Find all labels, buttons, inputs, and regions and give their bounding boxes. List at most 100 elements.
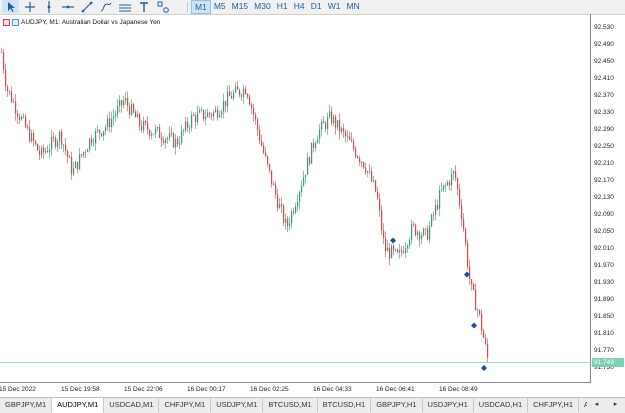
candle-body: [383, 230, 385, 239]
timeframe-d1[interactable]: D1: [308, 0, 325, 14]
candle-body: [353, 141, 355, 149]
candle-body: [29, 127, 31, 142]
candle-body: [241, 95, 243, 97]
candle-body: [261, 140, 263, 146]
candle-body: [255, 114, 257, 120]
chart-menu-icon[interactable]: [3, 18, 10, 26]
timeframe-h4[interactable]: H4: [291, 0, 308, 14]
price-label: 91.770: [594, 347, 614, 354]
text-tool-icon[interactable]: [135, 0, 152, 13]
candle-body: [159, 127, 161, 138]
candle-body: [319, 129, 321, 140]
trade-marker-icon[interactable]: [390, 237, 396, 244]
tab-scroll-left-icon[interactable]: ◂: [587, 398, 606, 412]
candle-body: [203, 109, 205, 119]
candle-body: [415, 224, 417, 236]
candle-body: [139, 114, 141, 126]
trade-marker-icon[interactable]: [471, 322, 477, 329]
candle-body: [401, 250, 403, 252]
candle-body: [477, 310, 479, 311]
candle-body: [369, 171, 371, 173]
shapes-icon[interactable]: [154, 0, 171, 13]
candle-body: [299, 192, 301, 202]
candle-body: [59, 131, 61, 142]
chart-tab-gbpjpy-h1[interactable]: GBPJPY,H1: [371, 398, 423, 412]
chart-tab-usdjpy-m1[interactable]: USDJPY,M1: [211, 398, 264, 412]
candle-body: [71, 157, 73, 175]
chart-tab-usdcad-m1[interactable]: USDCAD,M1: [104, 398, 160, 412]
candle-body: [335, 116, 337, 128]
chart-tab-btcusd-h1[interactable]: BTCUSD,H1: [318, 398, 372, 412]
chart-tab-usdjpy-h1[interactable]: USDJPY,H1: [423, 398, 474, 412]
candle-body: [51, 136, 53, 150]
chart-tab-btcusd-m1[interactable]: BTCUSD,M1: [263, 398, 318, 412]
channel-icon[interactable]: [116, 0, 133, 13]
candle-body: [101, 133, 103, 136]
trade-marker-icon[interactable]: [481, 365, 487, 371]
chart-tab-audjpy-m1[interactable]: AUDJPY,M1: [52, 398, 105, 413]
candle-body: [463, 219, 465, 230]
chart-tab-gbpjpy-m1[interactable]: GBPJPY,M1: [0, 398, 53, 412]
candle-body: [443, 185, 445, 190]
crosshair-icon[interactable]: [21, 0, 38, 13]
candle-body: [423, 228, 425, 236]
candle-body: [473, 284, 475, 290]
candle-body: [147, 122, 149, 130]
candle-body: [341, 127, 343, 132]
chart-tab-usdcad-h1[interactable]: USDCAD,H1: [474, 398, 529, 412]
candle-body: [9, 90, 11, 92]
candle-body: [399, 250, 401, 253]
chart-tab-chfjpy-m1[interactable]: CHFJPY,M1: [159, 398, 212, 412]
candle-body: [425, 228, 427, 230]
candle-body: [191, 115, 193, 128]
candle-body: [181, 130, 183, 144]
time-label: 16 Dec 00:17: [187, 386, 226, 393]
chart-tab-chfjpy-h1[interactable]: CHFJPY,H1: [528, 398, 580, 412]
candle-body: [479, 310, 481, 314]
vertical-line-icon[interactable]: [40, 0, 57, 13]
chart-settings-icon[interactable]: [12, 18, 19, 26]
cursor-icon[interactable]: [2, 0, 19, 13]
candle-body: [271, 170, 273, 185]
timeframe-h1[interactable]: H1: [274, 0, 291, 14]
candle-body: [421, 235, 423, 240]
candle-body: [259, 130, 261, 141]
chart-tabs: GBPJPY,M1 AUDJPY,M1 USDCAD,M1 CHFJPY,M1 USDJ…: [0, 397, 625, 413]
candle-body: [137, 114, 139, 118]
candle-body: [129, 105, 131, 115]
candle-body: [485, 337, 487, 344]
candle-body: [15, 101, 17, 114]
candle-body: [149, 129, 151, 136]
candle-body: [331, 111, 333, 124]
candle-body: [381, 210, 383, 231]
candle-body: [455, 171, 457, 179]
timeframe-m15[interactable]: M15: [229, 0, 252, 14]
price-label: 92.250: [594, 143, 614, 150]
tab-scroll-right-icon[interactable]: ▸: [606, 398, 625, 412]
candlestick-chart[interactable]: [0, 14, 625, 397]
candle-body: [5, 70, 7, 87]
candle-body: [17, 113, 19, 117]
horizontal-line-icon[interactable]: [59, 0, 76, 13]
candle-body: [395, 249, 397, 251]
trendline-icon[interactable]: [78, 0, 95, 13]
timeframe-w1[interactable]: W1: [325, 0, 344, 14]
candle-body: [103, 131, 105, 136]
candle-body: [115, 114, 117, 117]
timeframe-m30[interactable]: M30: [251, 0, 274, 14]
current-price-badge: 91.743: [592, 357, 624, 367]
timeframe-mn[interactable]: MN: [343, 0, 362, 14]
timeframe-m1[interactable]: M1: [191, 0, 211, 14]
price-label: 92.530: [594, 24, 614, 31]
candle-body: [481, 313, 483, 331]
candle-body: [99, 129, 101, 134]
candle-body: [109, 118, 111, 128]
candle-body: [179, 143, 181, 145]
candle-body: [291, 211, 293, 224]
draw-tools-icon[interactable]: [97, 0, 114, 13]
candle-body: [357, 156, 359, 158]
candle-body: [215, 109, 217, 113]
price-label: 92.450: [594, 58, 614, 65]
candle-body: [361, 161, 363, 163]
timeframe-m5[interactable]: M5: [211, 0, 229, 14]
